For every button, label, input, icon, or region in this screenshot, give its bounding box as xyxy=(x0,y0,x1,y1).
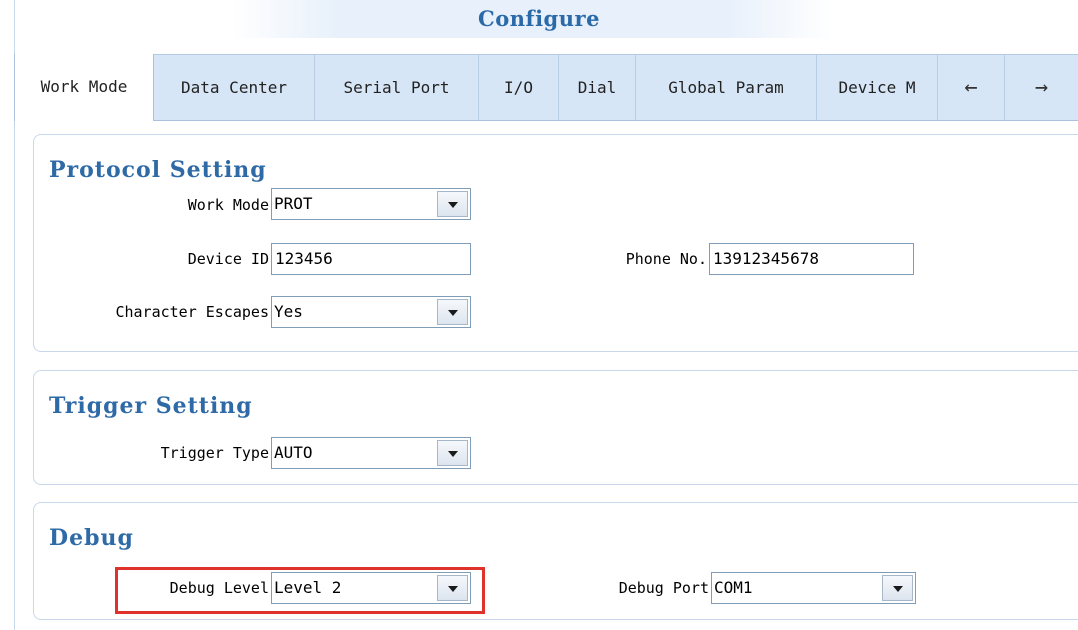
panel-title: Protocol Setting xyxy=(49,157,267,183)
tab-dial[interactable]: Dial xyxy=(559,55,636,120)
debug-port-select[interactable]: COM1 xyxy=(711,572,916,604)
panel-title: Trigger Setting xyxy=(49,393,253,419)
tab-work-mode[interactable]: Work Mode xyxy=(14,54,154,121)
dropdown-button[interactable] xyxy=(437,440,468,466)
dropdown-button[interactable] xyxy=(437,299,468,325)
trigger-type-value: AUTO xyxy=(274,443,313,462)
chevron-down-icon xyxy=(893,586,903,592)
tab-data-center[interactable]: Data Center xyxy=(154,55,315,120)
dropdown-button[interactable] xyxy=(437,191,468,217)
panel-title: Debug xyxy=(49,525,134,551)
tab-io[interactable]: I/O xyxy=(479,55,559,120)
arrow-right-icon[interactable]: → xyxy=(1005,55,1078,120)
device-id-input[interactable]: 123456 xyxy=(271,243,471,275)
debug-port-label: Debug Port xyxy=(618,579,709,597)
tab-bar: Work Mode Data Center Serial Port I/O Di… xyxy=(14,54,1078,121)
tab-global-param[interactable]: Global Param xyxy=(636,55,817,120)
dropdown-button[interactable] xyxy=(882,575,913,601)
character-escapes-label: Character Escapes xyxy=(115,303,269,321)
chevron-down-icon xyxy=(448,451,458,457)
character-escapes-select[interactable]: Yes xyxy=(271,296,471,328)
phone-label: Phone No. xyxy=(625,250,707,268)
arrow-left-icon[interactable]: ← xyxy=(938,55,1005,120)
work-mode-label: Work Mode xyxy=(187,196,269,214)
device-id-label: Device ID xyxy=(187,250,269,268)
highlight-box xyxy=(115,567,485,614)
trigger-setting-panel: Trigger Setting Trigger Type AUTO xyxy=(33,370,1078,485)
protocol-setting-panel: Protocol Setting Work Mode PROT Device I… xyxy=(33,134,1078,352)
debug-port-value: COM1 xyxy=(714,578,753,597)
work-mode-select[interactable]: PROT xyxy=(271,188,471,220)
window-title: Configure xyxy=(478,6,600,31)
chevron-down-icon xyxy=(448,310,458,316)
work-mode-value: PROT xyxy=(274,194,313,213)
tab-device-m[interactable]: Device M xyxy=(817,55,938,120)
tab-serial-port[interactable]: Serial Port xyxy=(315,55,479,120)
character-escapes-value: Yes xyxy=(274,302,303,321)
chevron-down-icon xyxy=(448,202,458,208)
trigger-type-select[interactable]: AUTO xyxy=(271,437,471,469)
trigger-type-label: Trigger Type xyxy=(160,444,269,462)
phone-input[interactable]: 13912345678 xyxy=(709,243,914,275)
